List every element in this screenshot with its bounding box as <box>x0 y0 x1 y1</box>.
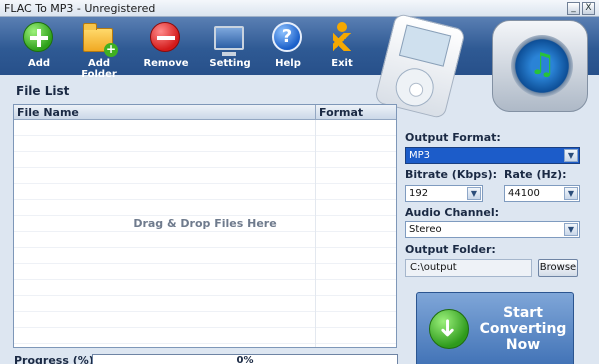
monitor-icon <box>214 26 244 56</box>
start-converting-button[interactable]: Start Converting Now <box>416 292 574 364</box>
chevron-down-icon[interactable]: ▼ <box>564 187 578 200</box>
bitrate-value: 192 <box>409 188 429 199</box>
start-line-2: Converting <box>479 321 567 337</box>
file-list[interactable]: File Name Format Drag & Drop Files Here <box>13 104 397 348</box>
close-button[interactable]: X <box>582 2 595 15</box>
drop-hint: Drag & Drop Files Here <box>133 217 277 230</box>
add-icon <box>23 22 53 52</box>
add-button[interactable]: Add <box>9 20 69 72</box>
column-divider <box>315 105 316 120</box>
bitrate-select[interactable]: 192 ▼ <box>405 185 483 202</box>
exit-label: Exit <box>331 58 353 69</box>
ipod-screen <box>398 24 452 67</box>
help-button[interactable]: ? Help <box>258 20 318 72</box>
output-folder-field[interactable]: C:\output <box>405 259 532 277</box>
window-title: FLAC To MP3 - Unregistered <box>4 2 156 15</box>
progress-text: 0% <box>236 355 254 364</box>
rate-label: Rate (Hz): <box>504 168 567 181</box>
audio-channel-value: Stereo <box>409 224 442 235</box>
speaker-illustration: ♫ <box>492 20 588 112</box>
output-folder-value: C:\output <box>410 262 457 273</box>
audio-channel-select[interactable]: Stereo ▼ <box>405 221 580 238</box>
title-bar: FLAC To MP3 - Unregistered _ X <box>0 0 599 17</box>
help-label: Help <box>275 58 301 69</box>
column-separator <box>315 120 316 347</box>
remove-button[interactable]: Remove <box>136 20 196 72</box>
start-line-1: Start <box>503 305 543 321</box>
add-folder-button[interactable]: Add Folder <box>69 20 129 80</box>
chevron-down-icon[interactable]: ▼ <box>564 149 578 162</box>
minimize-button[interactable]: _ <box>567 2 580 15</box>
rate-select[interactable]: 44100 ▼ <box>504 185 580 202</box>
add-folder-label: Add Folder <box>81 58 117 80</box>
progress-label: Progress (%): <box>14 354 99 364</box>
help-icon: ? <box>272 22 302 52</box>
output-format-select[interactable]: MP3 ▼ <box>405 147 580 164</box>
add-folder-icon <box>83 23 118 57</box>
progress-bar: 0% <box>92 354 398 364</box>
file-list-rows <box>14 120 396 347</box>
bitrate-label: Bitrate (Kbps): <box>405 168 498 181</box>
audio-channel-label: Audio Channel: <box>405 206 499 219</box>
setting-button[interactable]: Setting <box>200 20 260 72</box>
start-arrow-icon <box>429 309 469 349</box>
setting-label: Setting <box>209 58 251 69</box>
file-list-header: File Name Format <box>14 105 396 120</box>
column-file-name[interactable]: File Name <box>17 106 79 119</box>
exit-button[interactable]: Exit <box>312 20 372 72</box>
output-format-label: Output Format: <box>405 131 501 144</box>
browse-button[interactable]: Browse <box>538 259 578 277</box>
chevron-down-icon[interactable]: ▼ <box>564 223 578 236</box>
start-line-3: Now <box>505 337 541 353</box>
rate-value: 44100 <box>508 188 540 199</box>
music-note-icon: ♫ <box>529 47 556 82</box>
chevron-down-icon[interactable]: ▼ <box>467 187 481 200</box>
column-format[interactable]: Format <box>319 106 363 119</box>
remove-icon <box>150 22 180 52</box>
output-folder-label: Output Folder: <box>405 243 496 256</box>
add-label: Add <box>27 58 51 69</box>
output-format-value: MP3 <box>409 150 431 161</box>
remove-label: Remove <box>143 58 189 69</box>
file-list-title: File List <box>16 84 70 98</box>
exit-icon <box>330 22 354 52</box>
ipod-wheel <box>391 64 438 111</box>
